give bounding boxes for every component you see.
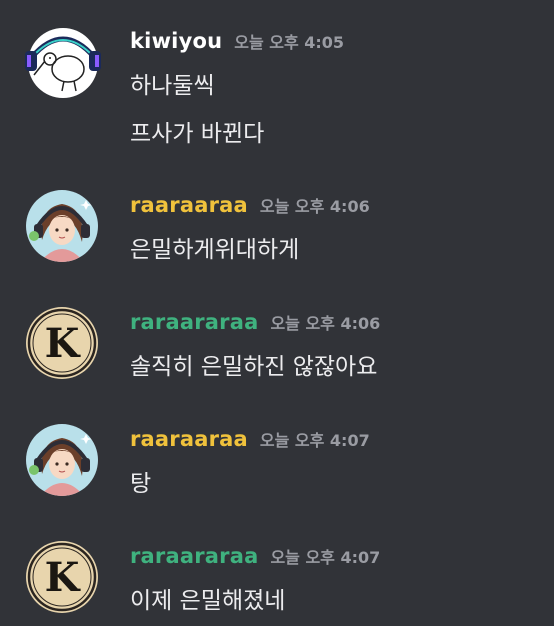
timestamp: 오늘 오후 4:06 <box>270 314 381 333</box>
username[interactable]: raaraaraa <box>130 193 248 217</box>
chat-messages: kiwiyou 오늘 오후 4:05 하나둘씩 프사가 바뀐다 raaraara… <box>0 0 554 626</box>
avatar[interactable]: K <box>26 307 98 379</box>
kiwi-headphones-icon <box>25 28 101 98</box>
message-header: raaraaraa 오늘 오후 4:06 <box>130 193 370 221</box>
timestamp: 오늘 오후 4:07 <box>259 431 370 450</box>
anime-girl-headphones-icon <box>26 424 98 496</box>
message-text: 하나둘씩 <box>130 73 215 99</box>
message-text: 탕 <box>130 471 152 497</box>
username[interactable]: raraararaa <box>130 310 258 334</box>
avatar[interactable] <box>26 424 98 496</box>
letter-k-badge-icon: K <box>26 307 98 379</box>
username[interactable]: raaraaraa <box>130 427 248 451</box>
message-text: 솔직히 은밀하진 않잖아요 <box>130 354 378 380</box>
svg-text:K: K <box>45 554 81 601</box>
message-header: kiwiyou 오늘 오후 4:05 <box>130 29 344 57</box>
message-text: 은밀하게위대하게 <box>130 237 300 263</box>
username[interactable]: kiwiyou <box>130 29 222 53</box>
timestamp: 오늘 오후 4:05 <box>234 33 345 52</box>
message-header: raraararaa 오늘 오후 4:06 <box>130 310 380 338</box>
timestamp: 오늘 오후 4:07 <box>270 548 381 567</box>
username[interactable]: raraararaa <box>130 544 258 568</box>
message-header: raaraaraa 오늘 오후 4:07 <box>130 427 370 455</box>
message-text: 프사가 바뀐다 <box>130 121 265 147</box>
avatar[interactable] <box>26 190 98 262</box>
anime-girl-headphones-icon <box>26 190 98 262</box>
letter-k-badge-icon: K <box>26 541 98 613</box>
timestamp: 오늘 오후 4:06 <box>259 197 370 216</box>
avatar[interactable]: K <box>26 541 98 613</box>
message-header: raraararaa 오늘 오후 4:07 <box>130 544 380 572</box>
message-text: 이제 은밀해졌네 <box>130 588 286 614</box>
avatar[interactable] <box>24 27 101 99</box>
svg-text:K: K <box>45 320 81 367</box>
